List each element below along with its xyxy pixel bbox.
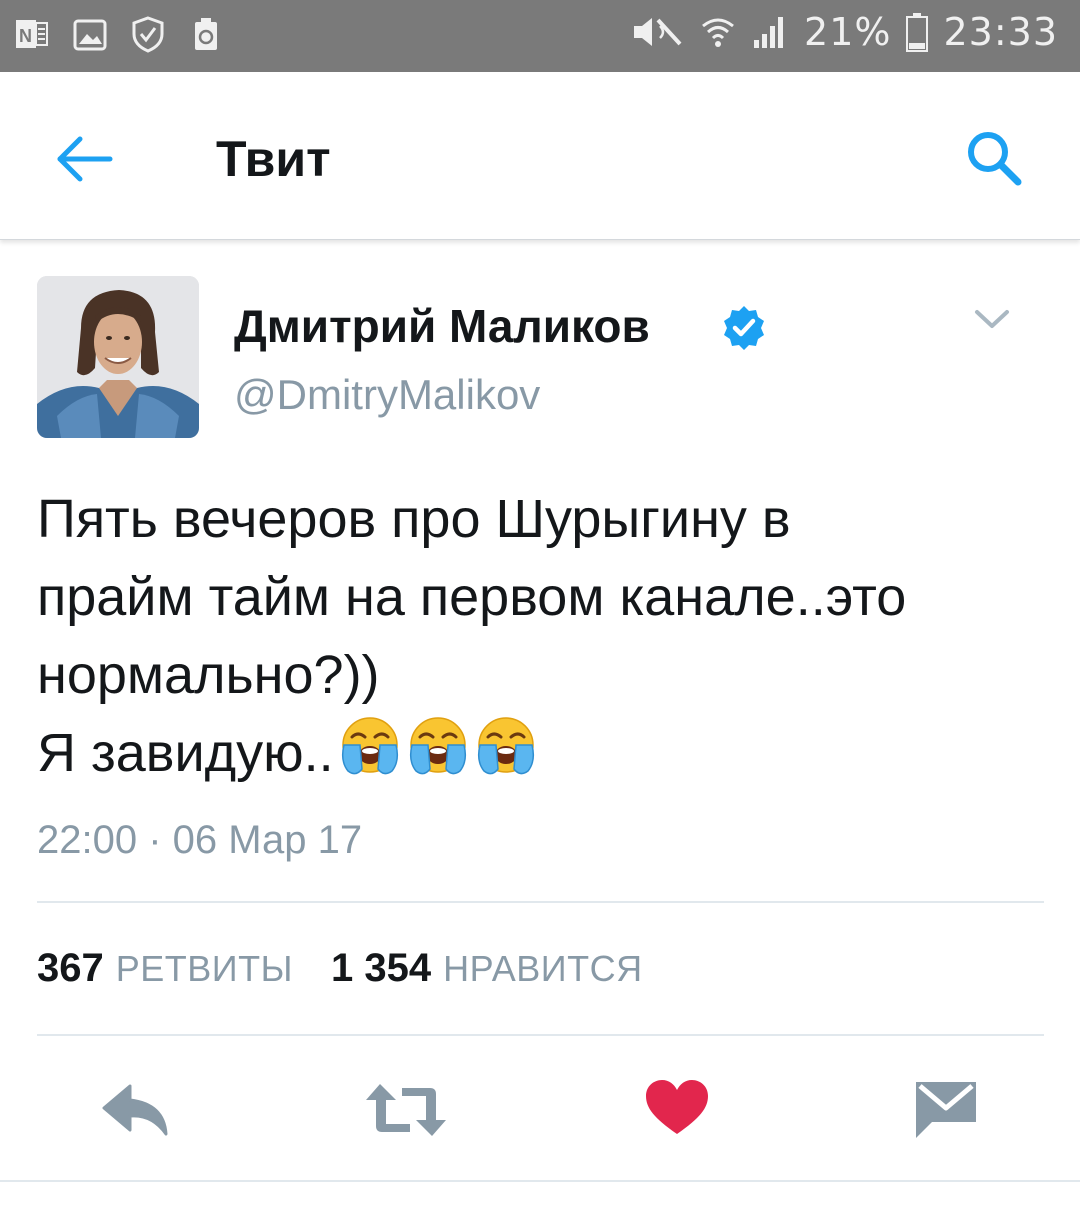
reply-icon — [102, 1084, 168, 1136]
loudly-crying-face-emoji — [477, 717, 534, 775]
tweet-text-line: нормально?)) — [37, 645, 380, 705]
search-button[interactable] — [960, 124, 1028, 192]
svg-text:N: N — [19, 26, 32, 46]
divider — [0, 1180, 1080, 1182]
tweet-timestamp: 22:00 · 06 Мар 17 — [37, 818, 363, 862]
heart-icon — [646, 1080, 708, 1134]
page-title: Твит — [216, 131, 331, 187]
notification-icons: N — [14, 14, 224, 54]
direct-message-button[interactable] — [912, 1078, 980, 1142]
status-bar: N 21% 23:33 — [0, 0, 1080, 72]
tweet-stats: 367 РЕТВИТЫ 1 354 НРАВИТСЯ — [37, 946, 643, 991]
chevron-down-icon — [975, 310, 1009, 328]
search-icon — [968, 132, 1022, 186]
tweet-text-line: Я завидую.. — [37, 723, 334, 783]
profile-photo-icon — [37, 276, 199, 438]
reply-button[interactable] — [100, 1078, 172, 1142]
mute-icon — [634, 18, 682, 46]
shield-check-icon — [132, 16, 164, 53]
battery-percent: 21% — [804, 10, 892, 54]
direct-message-icon — [916, 1082, 976, 1138]
wifi-icon — [702, 18, 734, 47]
tweet-menu-button[interactable] — [972, 304, 1012, 334]
retweet-button[interactable] — [362, 1078, 450, 1142]
avatar[interactable] — [37, 276, 199, 438]
divider — [37, 1034, 1044, 1036]
likes-count[interactable]: 1 354 — [331, 946, 431, 991]
loudly-crying-face-emoji — [341, 717, 398, 775]
gallery-icon — [73, 19, 107, 51]
retweet-icon — [366, 1084, 446, 1136]
tweet-text-line: прайм тайм на первом канале..это — [37, 567, 907, 627]
username[interactable]: @DmitryMalikov — [234, 368, 540, 422]
battery-icon — [906, 13, 929, 52]
tweet-text: Пять вечеров про Шурыгину в прайм тайм н… — [37, 480, 1047, 792]
emoji-row — [338, 715, 538, 779]
divider — [37, 901, 1044, 903]
onenote-icon: N — [16, 20, 48, 48]
app-header: Твит — [0, 72, 1080, 240]
retweets-count[interactable]: 367 — [37, 946, 104, 991]
display-name[interactable]: Дмитрий Маликов — [234, 298, 650, 354]
likes-label[interactable]: НРАВИТСЯ — [443, 948, 643, 990]
verified-badge-icon — [724, 306, 764, 350]
arrow-left-icon — [57, 136, 113, 182]
loudly-crying-face-emoji — [409, 717, 466, 775]
retweets-label[interactable]: РЕТВИТЫ — [116, 948, 293, 990]
like-button[interactable] — [644, 1078, 710, 1142]
recycle-battery-icon — [195, 18, 217, 50]
system-status: 21% 23:33 — [628, 10, 1058, 54]
tweet-text-line-with-emoji: Я завидую.. — [37, 714, 1047, 792]
signal-icon — [754, 17, 784, 48]
back-button[interactable] — [52, 127, 116, 191]
tweet-text-line: Пять вечеров про Шурыгину в — [37, 489, 791, 549]
clock: 23:33 — [943, 10, 1058, 54]
